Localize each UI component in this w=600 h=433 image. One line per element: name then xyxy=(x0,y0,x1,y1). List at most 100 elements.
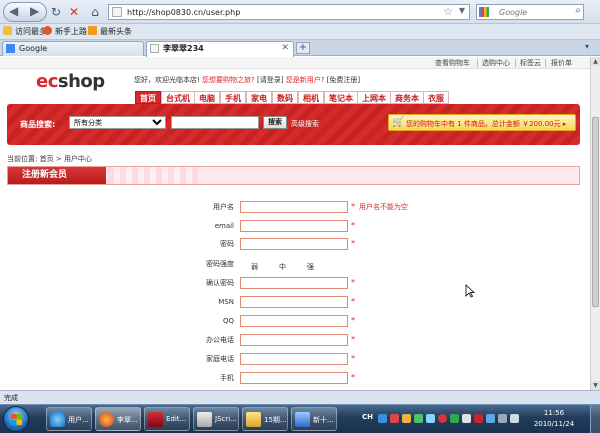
username-input[interactable] xyxy=(240,201,348,213)
top-link-shopping-center[interactable]: 选购中心 xyxy=(482,58,510,68)
tray-app-icon[interactable] xyxy=(426,414,435,423)
form-row-mobile: 手机 xyxy=(220,374,234,382)
mobile-input[interactable] xyxy=(240,372,348,384)
login-link[interactable]: [请登录] xyxy=(257,76,283,84)
nav-business-notebook[interactable]: 商务本 xyxy=(390,91,424,104)
tray-app-icon[interactable] xyxy=(486,414,495,423)
google-engine-icon[interactable] xyxy=(479,7,489,17)
bookmark-getting-started[interactable]: 新手上路 xyxy=(43,26,87,38)
ie-icon xyxy=(50,412,65,427)
google-favicon-icon xyxy=(6,44,15,53)
keyword-input[interactable] xyxy=(171,116,259,129)
nav-appliance[interactable]: 家电 xyxy=(246,91,272,104)
taskbar-app-ie[interactable]: 用户... xyxy=(46,407,92,431)
start-button[interactable] xyxy=(3,406,29,432)
required-mark: * xyxy=(351,335,355,344)
msn-input[interactable] xyxy=(240,296,348,308)
page-scrollbar[interactable]: ▲ ▼ xyxy=(590,57,600,390)
search-button[interactable]: 搜索 xyxy=(263,116,287,129)
tab-google[interactable]: Google xyxy=(2,41,144,56)
form-row-home-phone: 家庭电话 xyxy=(206,355,234,363)
url-input[interactable] xyxy=(127,6,437,18)
volume-icon[interactable] xyxy=(510,414,519,423)
tray-app-icon[interactable] xyxy=(450,414,459,423)
page-favicon-icon xyxy=(150,44,159,53)
office-phone-input[interactable] xyxy=(240,334,348,346)
stop-icon[interactable]: ✕ xyxy=(67,5,81,19)
scroll-up-icon[interactable]: ▲ xyxy=(591,57,600,66)
nav-netbook[interactable]: 上网本 xyxy=(357,91,391,104)
taskbar-app-firefox[interactable]: 李翠... xyxy=(95,407,141,431)
nav-phone[interactable]: 手机 xyxy=(220,91,246,104)
tray-app-icon[interactable] xyxy=(462,414,471,423)
breadcrumb-home[interactable]: 首页 xyxy=(40,155,54,163)
status-text: 完成 xyxy=(4,394,18,402)
top-link-tag-cloud[interactable]: 标签云 xyxy=(520,58,541,68)
forward-arrow-icon[interactable]: ▶ xyxy=(30,4,39,18)
tab-close-icon[interactable]: ✕ xyxy=(281,42,289,55)
tab-list-icon[interactable]: ▾ xyxy=(585,42,589,51)
home-phone-input[interactable] xyxy=(240,353,348,365)
required-mark: * xyxy=(351,239,355,248)
bookmark-most-visited[interactable]: 访问最多 xyxy=(3,26,47,38)
qq-input[interactable] xyxy=(240,315,348,327)
tray-app-icon[interactable] xyxy=(474,414,483,423)
scroll-down-icon[interactable]: ▼ xyxy=(591,381,600,390)
address-bar[interactable]: ☆ ▼ xyxy=(108,4,470,20)
dropdown-arrow-icon[interactable]: ▼ xyxy=(459,6,465,15)
bookmark-star-icon[interactable]: ☆ xyxy=(443,5,453,18)
nav-computer[interactable]: 电脑 xyxy=(194,91,220,104)
magnifier-icon[interactable]: ⌕ xyxy=(575,5,581,16)
new-tab-button[interactable]: + xyxy=(296,42,310,54)
nav-home[interactable]: 首页 xyxy=(135,91,161,104)
network-icon[interactable] xyxy=(498,414,507,423)
email-input[interactable] xyxy=(240,220,348,232)
reload-icon[interactable]: ↻ xyxy=(49,5,63,19)
taskbar-app-other[interactable]: 新十... xyxy=(291,407,337,431)
script-icon xyxy=(197,412,212,427)
required-mark: * xyxy=(351,316,355,325)
advanced-search-link[interactable]: 高级搜索 xyxy=(291,119,319,129)
tray-app-icon[interactable] xyxy=(378,414,387,423)
taskbar-app-folder[interactable]: 15期... xyxy=(242,407,288,431)
form-row-email: email xyxy=(214,222,234,230)
show-desktop-button[interactable] xyxy=(590,405,600,433)
tray-app-icon[interactable] xyxy=(414,414,423,423)
bookmark-latest-headlines[interactable]: 最新头条 xyxy=(88,26,132,38)
top-link-quotation[interactable]: 报价单 xyxy=(551,58,572,68)
taskbar-app-jscript[interactable]: JScri... xyxy=(193,407,239,431)
nav-clothes[interactable]: 衣服 xyxy=(423,91,449,104)
category-select[interactable]: 所有分类 xyxy=(69,116,166,129)
taskbar-app-editplus[interactable]: Edit... xyxy=(144,407,190,431)
nav-camera[interactable]: 相机 xyxy=(298,91,324,104)
scroll-thumb[interactable] xyxy=(592,117,599,307)
back-forward-group[interactable]: ◀ ▶ xyxy=(3,2,47,22)
nav-notebook[interactable]: 笔记本 xyxy=(324,91,358,104)
form-row-qq: QQ xyxy=(222,317,234,325)
nav-desktop[interactable]: 台式机 xyxy=(161,91,195,104)
folder-icon xyxy=(3,26,12,35)
home-icon[interactable]: ⌂ xyxy=(88,5,102,19)
search-input[interactable] xyxy=(499,6,569,18)
clock-date: 2010/11/24 xyxy=(533,420,575,428)
form-row-password: 密码 xyxy=(220,240,234,248)
confirm-password-input[interactable] xyxy=(240,277,348,289)
register-link[interactable]: [免费注册] xyxy=(327,76,360,84)
tray-app-icon[interactable] xyxy=(402,414,411,423)
top-link-separator xyxy=(515,59,516,67)
password-input[interactable] xyxy=(240,238,348,250)
top-link-view-cart[interactable]: 查看购物车 xyxy=(435,58,470,68)
shopping-cart-icon: 🛒 xyxy=(392,117,405,128)
tab-current[interactable]: 李翠翠234 ✕ xyxy=(146,41,294,57)
search-bar[interactable]: ⌕ xyxy=(476,4,584,20)
clock[interactable]: 11:56 2010/11/24 xyxy=(520,408,588,430)
tray-app-icon[interactable] xyxy=(438,414,447,423)
site-logo[interactable]: ecshop xyxy=(36,71,105,92)
windows-logo-icon xyxy=(11,414,22,425)
nav-digital[interactable]: 数码 xyxy=(272,91,298,104)
back-arrow-icon[interactable]: ◀ xyxy=(9,4,18,18)
cart-summary[interactable]: 🛒 您的购物车中有 1 件商品，总计金额 ￥200.00元 ▸ xyxy=(388,114,576,131)
tray-app-icon[interactable] xyxy=(390,414,399,423)
form-row-confirm-password: 确认密码 xyxy=(206,279,234,287)
language-indicator[interactable]: CH xyxy=(362,413,373,421)
